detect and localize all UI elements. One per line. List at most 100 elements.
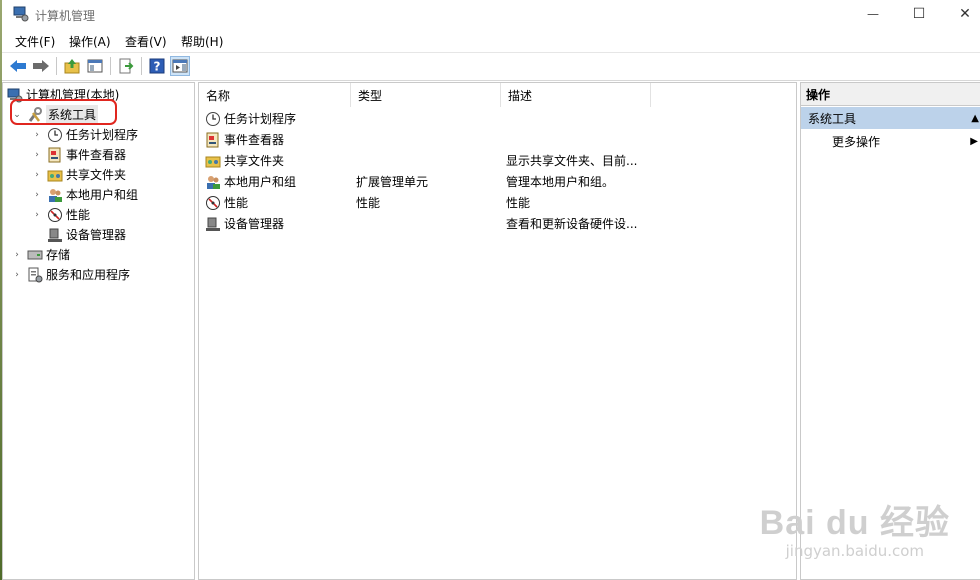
- shared-folder-icon: [47, 170, 63, 181]
- show-hide-action-pane-icon: [172, 59, 188, 73]
- annotation-highlight-ring: [10, 99, 117, 125]
- toolbar-separator: [110, 57, 111, 75]
- toolbar-separator: [141, 57, 142, 75]
- list-item-name: 设备管理器: [224, 217, 285, 231]
- list-item-type: 性能: [356, 196, 381, 210]
- list-item-name: 本地用户和组: [224, 175, 297, 189]
- device-manager-icon: [48, 228, 62, 242]
- window-title: 计算机管理: [35, 9, 96, 23]
- up-one-level-button[interactable]: [62, 56, 82, 76]
- toolbar: ?: [2, 53, 980, 81]
- help-icon: ?: [149, 58, 165, 74]
- chevron-right-icon[interactable]: ›: [31, 190, 43, 200]
- tree-item-label: 性能: [66, 208, 91, 222]
- back-arrow-icon: [10, 60, 26, 72]
- minimize-icon: —: [867, 7, 879, 21]
- tree-item-storage[interactable]: › 存储: [11, 245, 70, 264]
- performance-icon: [206, 195, 220, 210]
- forward-button[interactable]: [31, 56, 51, 76]
- menu-help[interactable]: 帮助(H): [181, 33, 223, 50]
- column-header-type[interactable]: 类型: [351, 83, 501, 107]
- more-actions-label: 更多操作: [832, 135, 881, 149]
- maximize-icon: ☐: [912, 6, 926, 22]
- minimize-button[interactable]: —: [850, 0, 896, 28]
- actions-section-system-tools[interactable]: 系统工具 ▲: [801, 107, 980, 129]
- list-item[interactable]: 共享文件夹 显示共享文件夹、目前...: [199, 150, 797, 171]
- event-viewer-icon: [48, 147, 61, 162]
- show-hide-tree-icon: [87, 59, 103, 73]
- shared-folder-icon: [205, 156, 221, 167]
- tree-item-performance[interactable]: › 性能: [31, 205, 90, 224]
- collapse-up-icon[interactable]: ▲: [971, 113, 979, 124]
- show-hide-tree-button[interactable]: [85, 56, 105, 76]
- more-actions-item[interactable]: 更多操作: [832, 133, 880, 150]
- back-button[interactable]: [8, 56, 28, 76]
- list-item-description: 显示共享文件夹、目前...: [506, 154, 638, 168]
- show-hide-action-pane-button[interactable]: [170, 56, 190, 76]
- svg-text:?: ?: [154, 60, 161, 74]
- menu-file[interactable]: 文件(F): [15, 33, 55, 50]
- tree-item-local-users-groups[interactable]: › 本地用户和组: [31, 185, 138, 204]
- chevron-right-icon[interactable]: ›: [31, 150, 43, 160]
- results-list-pane: 名称 类型 描述 任务计划程序 事件查看器 共享文件夹 显示共享文件夹、目前..…: [198, 82, 797, 580]
- forward-arrow-icon: [33, 60, 49, 72]
- submenu-arrow-icon: ▶: [970, 136, 978, 147]
- list-item-name: 性能: [224, 196, 249, 210]
- performance-icon: [48, 207, 62, 222]
- list-item[interactable]: 事件查看器: [199, 129, 797, 150]
- list-item-name: 事件查看器: [224, 133, 285, 147]
- tree-item-event-viewer[interactable]: › 事件查看器: [31, 145, 126, 164]
- chevron-right-icon[interactable]: ›: [31, 130, 43, 140]
- device-manager-icon: [206, 217, 220, 231]
- column-header-description[interactable]: 描述: [501, 83, 651, 107]
- export-list-icon: [119, 58, 134, 74]
- list-item[interactable]: 任务计划程序: [199, 108, 797, 129]
- actions-section-label: 系统工具: [808, 111, 857, 126]
- list-item[interactable]: 设备管理器 查看和更新设备硬件设...: [199, 213, 797, 234]
- toolbar-separator: [56, 57, 57, 75]
- list-item-description: 性能: [506, 196, 531, 210]
- list-item-name: 任务计划程序: [224, 112, 297, 126]
- clock-icon: [206, 111, 220, 126]
- tree-item-label: 任务计划程序: [66, 128, 139, 142]
- users-icon: [49, 188, 62, 202]
- list-item-name: 共享文件夹: [224, 154, 285, 168]
- close-button[interactable]: ✕: [942, 0, 980, 28]
- baidu-jingyan-watermark: Bai du 经验 jingyan.baidu.com: [760, 495, 950, 560]
- list-item-description: 管理本地用户和组。: [506, 175, 615, 189]
- tree-item-shared-folders[interactable]: › 共享文件夹: [31, 165, 126, 184]
- tree-item-label: 存储: [46, 248, 71, 262]
- menu-view[interactable]: 查看(V): [125, 33, 167, 50]
- tree-item-task-scheduler[interactable]: › 任务计划程序: [31, 125, 138, 144]
- tree-item-services-apps[interactable]: › 服务和应用程序: [11, 265, 130, 284]
- watermark-brand: Bai du 经验: [759, 504, 950, 542]
- chevron-right-icon[interactable]: ›: [11, 270, 23, 280]
- maximize-button[interactable]: ☐: [896, 0, 942, 28]
- list-item[interactable]: 本地用户和组 扩展管理单元 管理本地用户和组。: [199, 171, 797, 192]
- list-item-description: 查看和更新设备硬件设...: [506, 217, 638, 231]
- services-icon: [28, 267, 43, 282]
- chevron-right-icon[interactable]: ›: [31, 210, 43, 220]
- tree-item-label: 设备管理器: [66, 228, 127, 242]
- clock-icon: [48, 127, 62, 142]
- tree-item-label: 事件查看器: [66, 148, 127, 162]
- storage-icon: [27, 250, 43, 259]
- export-list-button[interactable]: [116, 56, 136, 76]
- menu-action[interactable]: 操作(A): [69, 33, 111, 50]
- up-folder-icon: [64, 59, 80, 74]
- actions-header: 操作: [801, 83, 980, 106]
- users-icon: [207, 175, 220, 189]
- chevron-right-icon[interactable]: ›: [11, 250, 23, 260]
- tree-item-label: 服务和应用程序: [46, 268, 131, 282]
- list-item[interactable]: 性能 性能 性能: [199, 192, 797, 213]
- tree-item-label: 本地用户和组: [66, 188, 139, 202]
- watermark-url: jingyan.baidu.com: [785, 542, 925, 560]
- column-header-name[interactable]: 名称: [199, 83, 351, 107]
- tree-item-label: 共享文件夹: [66, 168, 127, 182]
- tree-item-device-manager[interactable]: 设备管理器: [47, 225, 126, 244]
- menu-bar: 文件(F) 操作(A) 查看(V) 帮助(H): [2, 30, 980, 53]
- event-viewer-icon: [206, 132, 219, 147]
- help-button[interactable]: ?: [147, 56, 167, 76]
- console-tree-pane: 计算机管理(本地) ⌄ 系统工具 › 任务计划程序 › 事件查看器 › 共享文件…: [2, 82, 195, 580]
- chevron-right-icon[interactable]: ›: [31, 170, 43, 180]
